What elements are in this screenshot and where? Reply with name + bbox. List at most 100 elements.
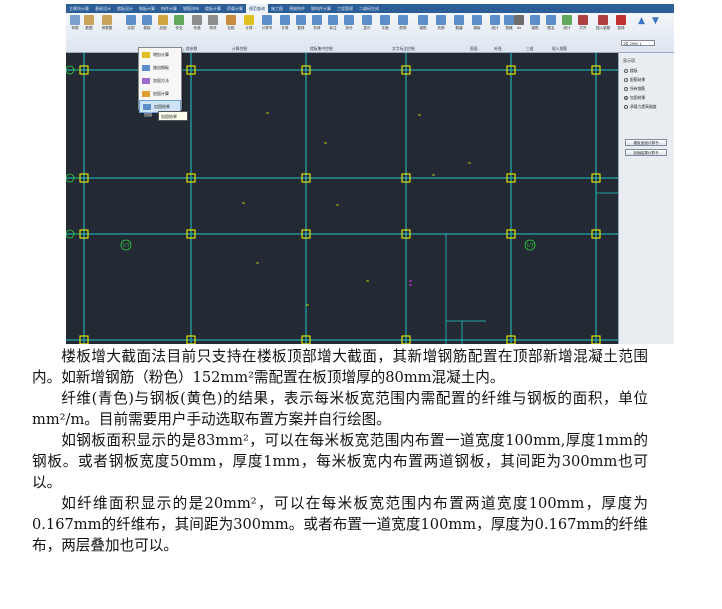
calc-report-button[interactable]: 加固结果计算书 xyxy=(625,149,667,156)
ribbon-group-label: 文字标注控制 xyxy=(392,46,415,51)
ribbon-button[interactable]: 统计 xyxy=(560,15,574,45)
tool-icon xyxy=(578,15,588,25)
tool-icon xyxy=(454,15,464,25)
display-option-radio[interactable]: 加固结果 xyxy=(624,95,645,101)
floor-field[interactable]: 1层 2900 1 xyxy=(621,40,655,46)
ribbon-button[interactable]: 荷载 xyxy=(68,15,82,45)
ribbon-button[interactable]: 图名 xyxy=(544,15,558,45)
tool-icon xyxy=(174,15,184,25)
ribbon-button[interactable]: 数据 xyxy=(82,15,96,45)
ribbon-button[interactable]: 统计 xyxy=(488,15,502,45)
ribbon-button-label: 钢筋 xyxy=(531,26,539,30)
ribbon-tab[interactable]: 规范查询 xyxy=(246,4,268,13)
radio-label: 承载力提高幅度 xyxy=(630,104,657,109)
software-screenshot: 主模块计算 基础设计 楼板设计 钢板计算 构件计算 钢筋排布 楼板计算 荷载计算 规范查询 施工图… xyxy=(66,4,674,344)
ribbon-button-label: 计算 xyxy=(245,26,253,30)
ribbon-tab[interactable]: 楼板计算 xyxy=(202,4,224,13)
tool-icon xyxy=(126,15,136,25)
tool-icon xyxy=(514,15,524,25)
axis-label: 1/1 xyxy=(122,243,129,249)
menu-tooltip: 加固结果 xyxy=(158,111,188,121)
ribbon-button[interactable]: 配筋 xyxy=(396,15,410,45)
reinforcement-dropdown-menu: 增加计算 施加钢板 加固方法 加固计算 加固结果 xyxy=(138,47,182,113)
ribbon-tab[interactable]: 构件计算 xyxy=(158,4,180,13)
ribbon-tab[interactable]: 工程管理 xyxy=(334,4,356,13)
calc-report-button[interactable]: 楼板加固计算书 xyxy=(625,139,667,146)
up-arrow-icon[interactable]: ▲ xyxy=(638,16,645,26)
ribbon-group-label: 三维 xyxy=(526,46,534,51)
tool-icon xyxy=(192,15,202,25)
tool-icon xyxy=(616,15,626,25)
display-option-radio[interactable]: 配筋结果 xyxy=(624,77,645,83)
ribbon-button[interactable]: 拆分 xyxy=(342,15,356,45)
ribbon-tab[interactable]: 主模块计算 xyxy=(66,4,92,13)
ribbon-tab[interactable]: 楼板设计 xyxy=(114,4,136,13)
ribbon-button[interactable]: 插入钢筋 xyxy=(596,15,610,45)
tool-icon xyxy=(142,15,152,25)
ribbon-button[interactable]: 加固 xyxy=(156,15,170,45)
ribbon-group-label: 补强 xyxy=(494,46,502,51)
tool-icon xyxy=(562,15,572,25)
ribbon-tab[interactable]: 预制构件 xyxy=(286,4,308,13)
ribbon-tab[interactable]: 荷载计算 xyxy=(224,4,246,13)
ribbon-button[interactable]: 显示 xyxy=(360,15,374,45)
ribbon-button-label: 安全 xyxy=(175,26,183,30)
radio-label: 楼板 xyxy=(630,68,638,73)
dropdown-item[interactable]: 加固方法 xyxy=(139,74,181,87)
dropdown-item[interactable]: 施加钢板 xyxy=(139,61,181,74)
ribbon-tab-strip: 主模块计算 基础设计 楼板设计 钢板计算 构件计算 钢筋排布 楼板计算 荷载计算 规范查询 施工图… xyxy=(66,4,674,13)
paragraph: 如纤维面积显示的是20mm²，可以在每米板宽范围内布置两道宽度100mm，厚度为… xyxy=(32,495,648,554)
display-option-radio[interactable]: 承载力提高幅度 xyxy=(624,104,657,110)
down-arrow-icon[interactable]: ▼ xyxy=(652,16,659,26)
dropdown-item-label: 施加钢板 xyxy=(153,64,169,70)
display-option-radio[interactable]: 楼板 xyxy=(624,68,638,74)
ribbon-button[interactable]: 裂缝 xyxy=(452,15,466,45)
ribbon-button[interactable]: 标注 xyxy=(326,15,340,45)
ribbon-button[interactable]: 修改 xyxy=(206,15,220,45)
ribbon-button[interactable]: 钢板 xyxy=(470,15,484,45)
ribbon-tab[interactable]: 钢板计算 xyxy=(136,4,158,13)
tool-icon xyxy=(226,15,236,25)
ribbon-button[interactable]: 荷载图 xyxy=(100,15,114,45)
ribbon-tab[interactable]: 基础设计 xyxy=(92,4,114,13)
ribbon-button[interactable]: 钢筋 xyxy=(528,15,542,45)
ribbon-button-label: 显示 xyxy=(363,26,371,30)
tool-icon xyxy=(328,15,338,25)
dropdown-item[interactable]: 增加计算 xyxy=(139,48,181,61)
dropdown-item-label: 加固计算 xyxy=(153,90,169,96)
ribbon-button-label: As xyxy=(516,26,522,30)
ribbon-button[interactable]: 复核 xyxy=(294,15,308,45)
ribbon-button[interactable]: 计算书 xyxy=(260,15,274,45)
ribbon-button[interactable]: 负筋 xyxy=(434,15,448,45)
paragraph: 纤维(青色)与钢板(黄色)的结果，表示每米板宽范围内需配置的纤维与钢板的面积，单… xyxy=(32,390,648,428)
ribbon-button[interactable]: 计算 xyxy=(242,15,256,45)
ribbon-button[interactable]: 传递 xyxy=(190,15,204,45)
radio-circle xyxy=(624,87,628,91)
ribbon-button[interactable]: 负荷 xyxy=(310,15,324,45)
ribbon-tab[interactable]: 钢构件计算 xyxy=(308,4,334,13)
ribbon-tab[interactable]: 施工图 xyxy=(268,4,286,13)
ribbon-button-label: 选择 xyxy=(617,26,625,30)
tool-icon xyxy=(70,15,80,25)
radio-circle xyxy=(624,78,628,82)
tool-icon xyxy=(530,15,540,25)
radio-label: 所有钢筋 xyxy=(630,86,646,91)
ribbon-button[interactable]: 实配 xyxy=(124,15,138,45)
ribbon-button[interactable]: 平面 xyxy=(378,15,392,45)
ribbon-tab[interactable]: 钢筋排布 xyxy=(180,4,202,13)
ribbon-button[interactable]: 钢筋 xyxy=(416,15,430,45)
ribbon-tab[interactable]: 二维码生成 xyxy=(356,4,382,13)
ribbon-button[interactable]: 楼板 xyxy=(140,15,154,45)
ribbon-button[interactable]: As xyxy=(512,15,526,45)
tool-icon xyxy=(208,15,218,25)
ribbon-button[interactable]: 计算 xyxy=(278,15,292,45)
display-option-radio[interactable]: 所有钢筋 xyxy=(624,86,645,92)
ribbon-button-label: 裂缝 xyxy=(455,26,463,30)
ribbon-button[interactable]: 安全 xyxy=(172,15,186,45)
dropdown-item[interactable]: 加固计算 xyxy=(139,87,181,100)
tool-icon xyxy=(244,15,254,25)
ribbon-button[interactable]: 打开 xyxy=(576,15,590,45)
ribbon-button-label: 荷载 xyxy=(71,26,79,30)
ribbon-button[interactable]: 包络 xyxy=(224,15,238,45)
menu-item-icon xyxy=(143,103,151,110)
